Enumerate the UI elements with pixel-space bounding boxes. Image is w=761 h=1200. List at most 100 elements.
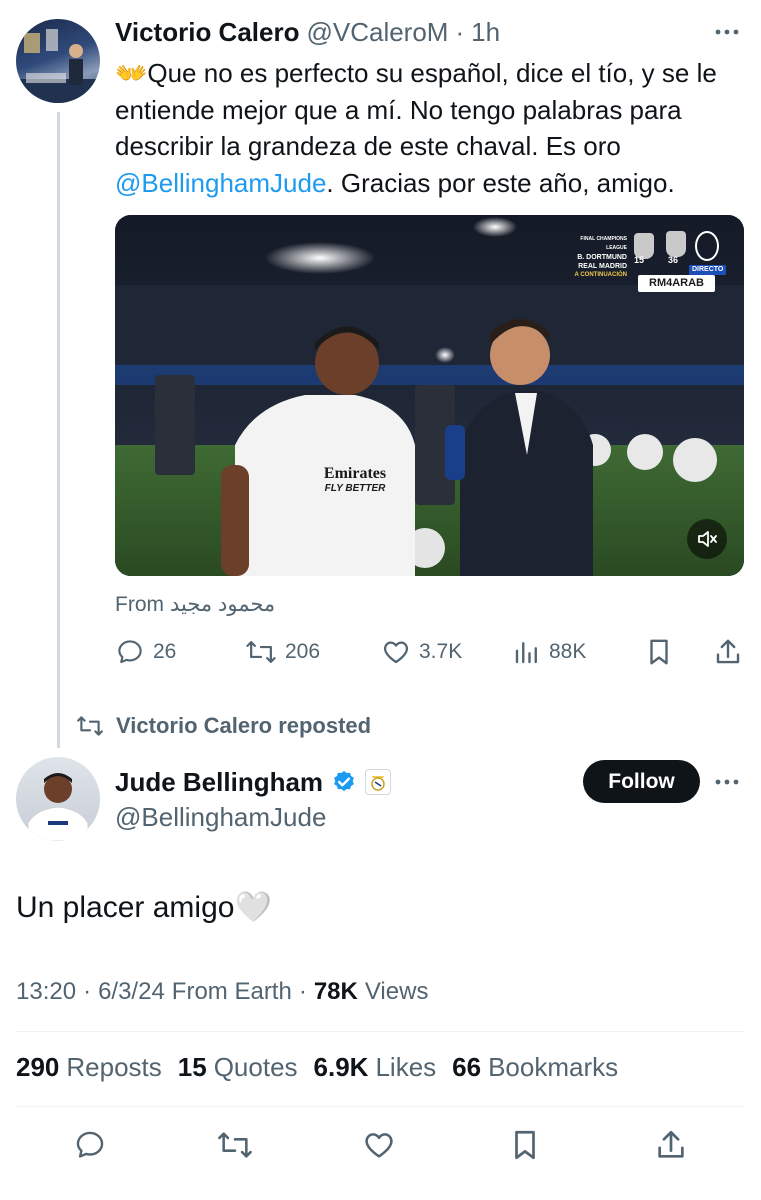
tweet-time[interactable]: 1h (471, 17, 500, 48)
tweet1-header: Victorio Calero @VCaleroM · 1h (115, 14, 500, 50)
scoreboard-overlay: FINAL CHAMPIONS LEAGUE B. DORTMUND REAL … (567, 235, 627, 280)
meta-time[interactable]: 13:20 (16, 978, 76, 1006)
engagement-stats: 290 Reposts 15 Quotes 6.9K Likes 66 Book… (16, 1052, 618, 1083)
follow-button[interactable]: Follow (583, 760, 700, 803)
trophy-icon-2 (666, 231, 686, 257)
speaker-muted-icon (698, 531, 717, 547)
more-options-icon[interactable] (712, 20, 742, 44)
scoreboard-team1: B. DORTMUND (577, 254, 627, 261)
stat-reposts[interactable]: 290 Reposts (16, 1052, 162, 1083)
author-name[interactable]: Victorio Calero (115, 17, 299, 48)
reply-button[interactable]: 26 (115, 637, 176, 667)
reply-icon (76, 1131, 104, 1158)
stat-bookmarks-number: 66 (452, 1052, 482, 1082)
heart-icon (383, 641, 409, 664)
author-handle[interactable]: @VCaleroM (306, 17, 448, 48)
like-count: 3.7K (419, 640, 463, 663)
stat-bookmarks[interactable]: 66 Bookmarks (452, 1052, 618, 1083)
tweet2-header: Jude Bellingham (115, 764, 392, 800)
stat-likes[interactable]: 6.9K Likes (314, 1052, 437, 1083)
views-chart-icon (515, 642, 537, 664)
reply-count: 26 (153, 640, 177, 663)
stat-quotes[interactable]: 15 Quotes (178, 1052, 298, 1083)
shirt-sponsor: Emirates (323, 465, 387, 482)
trophy-count-1: 15 (634, 255, 645, 265)
share-icon (658, 1130, 684, 1158)
stat-likes-label: Likes (375, 1052, 437, 1082)
repost-button[interactable]: 206 (245, 637, 320, 667)
tweet2-body: Un placer amigo (16, 891, 235, 924)
views-count: 88K (549, 640, 587, 663)
avatar-victorio-calero[interactable] (16, 19, 100, 103)
scoreboard-next: A CONTINUACIÓN (574, 272, 627, 278)
trophy-count-2: 36 (668, 255, 679, 265)
mention-link[interactable]: @BellinghamJude (115, 168, 326, 198)
share-button-2[interactable] (655, 1128, 687, 1167)
tweet1-body-end: . Gracias por este año, amigo. (326, 167, 675, 198)
like-button[interactable]: 3.7K (381, 637, 462, 667)
avatar-jude-bellingham[interactable] (16, 757, 100, 841)
more-options-icon-2[interactable] (712, 770, 742, 794)
share-button[interactable] (714, 637, 742, 667)
emoji-white-heart: 🤍 (234, 891, 272, 924)
stat-quotes-number: 15 (177, 1052, 207, 1082)
bookmark-icon (515, 1130, 535, 1160)
thread-connector-line (57, 112, 60, 748)
scoreboard-competition: FINAL CHAMPIONS LEAGUE (580, 236, 627, 251)
meta-date[interactable]: 6/3/24 (98, 978, 165, 1006)
stat-quotes-label: Quotes (213, 1052, 298, 1082)
meta-from: From Earth (171, 978, 292, 1005)
live-badge: DIRECTO (689, 265, 727, 275)
real-madrid-crest-icon (695, 231, 719, 261)
author-handle-jude[interactable]: @BellinghamJude (115, 802, 326, 833)
repost-banner-text: Victorio Calero reposted (116, 713, 372, 738)
stat-reposts-number: 290 (16, 1052, 60, 1082)
video-frame (115, 215, 744, 576)
mute-button[interactable] (687, 519, 727, 559)
views-total-label: Views (364, 978, 429, 1005)
from-name[interactable]: محمود مجيد (170, 592, 275, 617)
from-label: From (115, 592, 164, 616)
reply-icon (118, 640, 142, 664)
reply-button-2[interactable] (73, 1128, 107, 1167)
author-name-jude[interactable]: Jude Bellingham (115, 767, 323, 798)
watermark-badge: RM4ARAB (638, 275, 715, 292)
repost-banner-icon (77, 716, 103, 736)
stat-likes-number: 6.9K (313, 1052, 369, 1082)
divider-top (16, 1031, 745, 1032)
stat-reposts-label: Reposts (66, 1052, 162, 1082)
scoreboard-team2: REAL MADRID (578, 263, 627, 270)
repost-count: 206 (285, 640, 321, 663)
bookmark-button[interactable] (646, 637, 672, 667)
repost-icon (246, 641, 276, 663)
stat-bookmarks-label: Bookmarks (488, 1052, 619, 1082)
separator-dot: · (455, 16, 465, 47)
bookmark-icon (650, 639, 668, 665)
views-button[interactable]: 88K (513, 637, 586, 667)
affiliate-badge-real-madrid-icon (365, 769, 392, 795)
meta-separator-2: · (298, 978, 307, 1005)
divider-bottom (16, 1106, 745, 1107)
shirt-sponsor-text: Emirates FLY BETTER (320, 465, 390, 494)
repost-button-2[interactable] (216, 1128, 254, 1167)
heart-icon (365, 1133, 393, 1158)
emoji-open-hands: 👐 (115, 58, 148, 88)
from-attribution: From محمود مجيد (115, 592, 275, 617)
bookmark-button-2[interactable] (510, 1128, 540, 1167)
tweet1-body: Que no es perfecto su español, dice el t… (115, 58, 717, 161)
verified-badge-icon (334, 770, 354, 792)
avatar-image (16, 29, 100, 103)
tweet2-meta: 13:20 · 6/3/24 From Earth · 78K Views (16, 978, 428, 1006)
views-total-number: 78K (313, 978, 358, 1005)
avatar-image-jude (27, 773, 89, 841)
like-button-2[interactable] (362, 1128, 396, 1167)
tweet1-text: 👐Que no es perfecto su español, dice el … (115, 55, 735, 201)
views-total[interactable]: 78K Views (314, 978, 429, 1006)
shirt-slogan: FLY BETTER (324, 483, 386, 494)
meta-separator: · (83, 978, 92, 1005)
video-player[interactable]: FINAL CHAMPIONS LEAGUE B. DORTMUND REAL … (115, 215, 744, 576)
repost-banner[interactable]: Victorio Calero reposted (76, 713, 371, 739)
tweet2-text: Un placer amigo🤍 (16, 890, 272, 925)
share-icon (716, 639, 740, 664)
repost-icon (218, 1132, 252, 1158)
